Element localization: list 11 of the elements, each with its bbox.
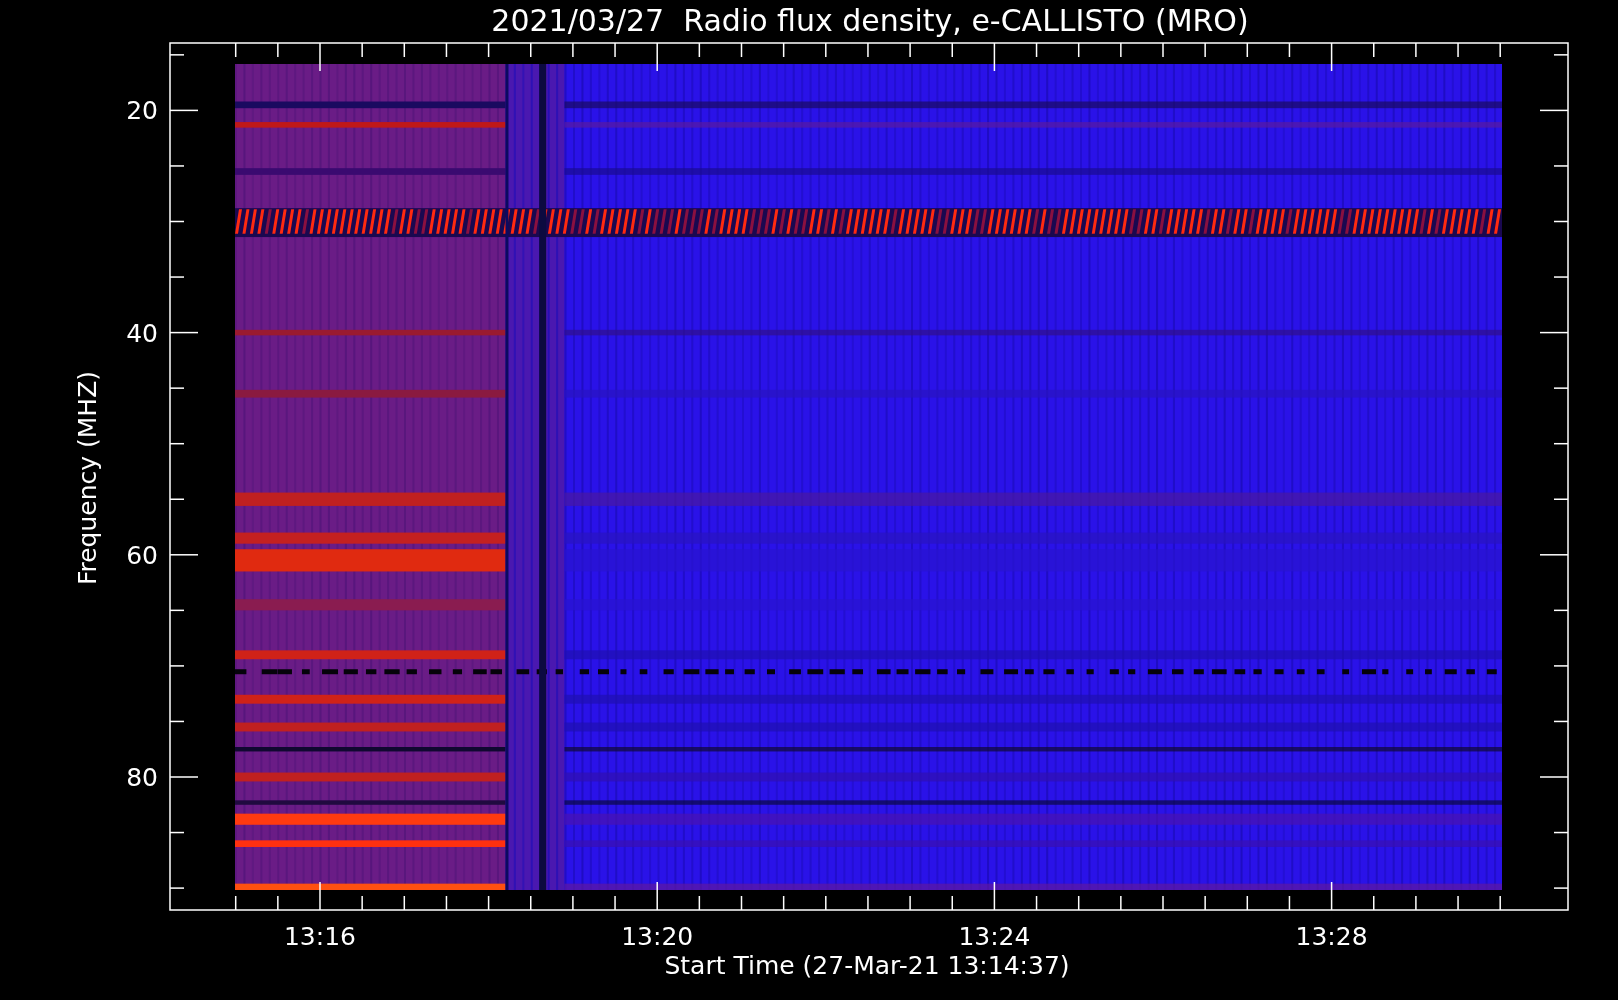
x-tick-label: 13:28 [1295, 922, 1368, 951]
x-axis-label: Start Time (27-Mar-21 13:14:37) [664, 951, 1070, 980]
x-tick-label: 13:20 [621, 922, 694, 951]
y-tick-label: 60 [126, 540, 158, 570]
y-tick-label: 40 [126, 318, 158, 348]
x-tick-label: 13:16 [284, 922, 356, 951]
y-tick-label: 20 [126, 96, 158, 126]
y-tick-label: 80 [126, 763, 158, 792]
x-tick-label: 13:24 [958, 922, 1031, 951]
chart-title: 2021/03/27 Radio flux density, e-CALLISTO (MRO) [491, 3, 1249, 38]
y-axis-label: Frequency (MHZ) [73, 370, 102, 586]
